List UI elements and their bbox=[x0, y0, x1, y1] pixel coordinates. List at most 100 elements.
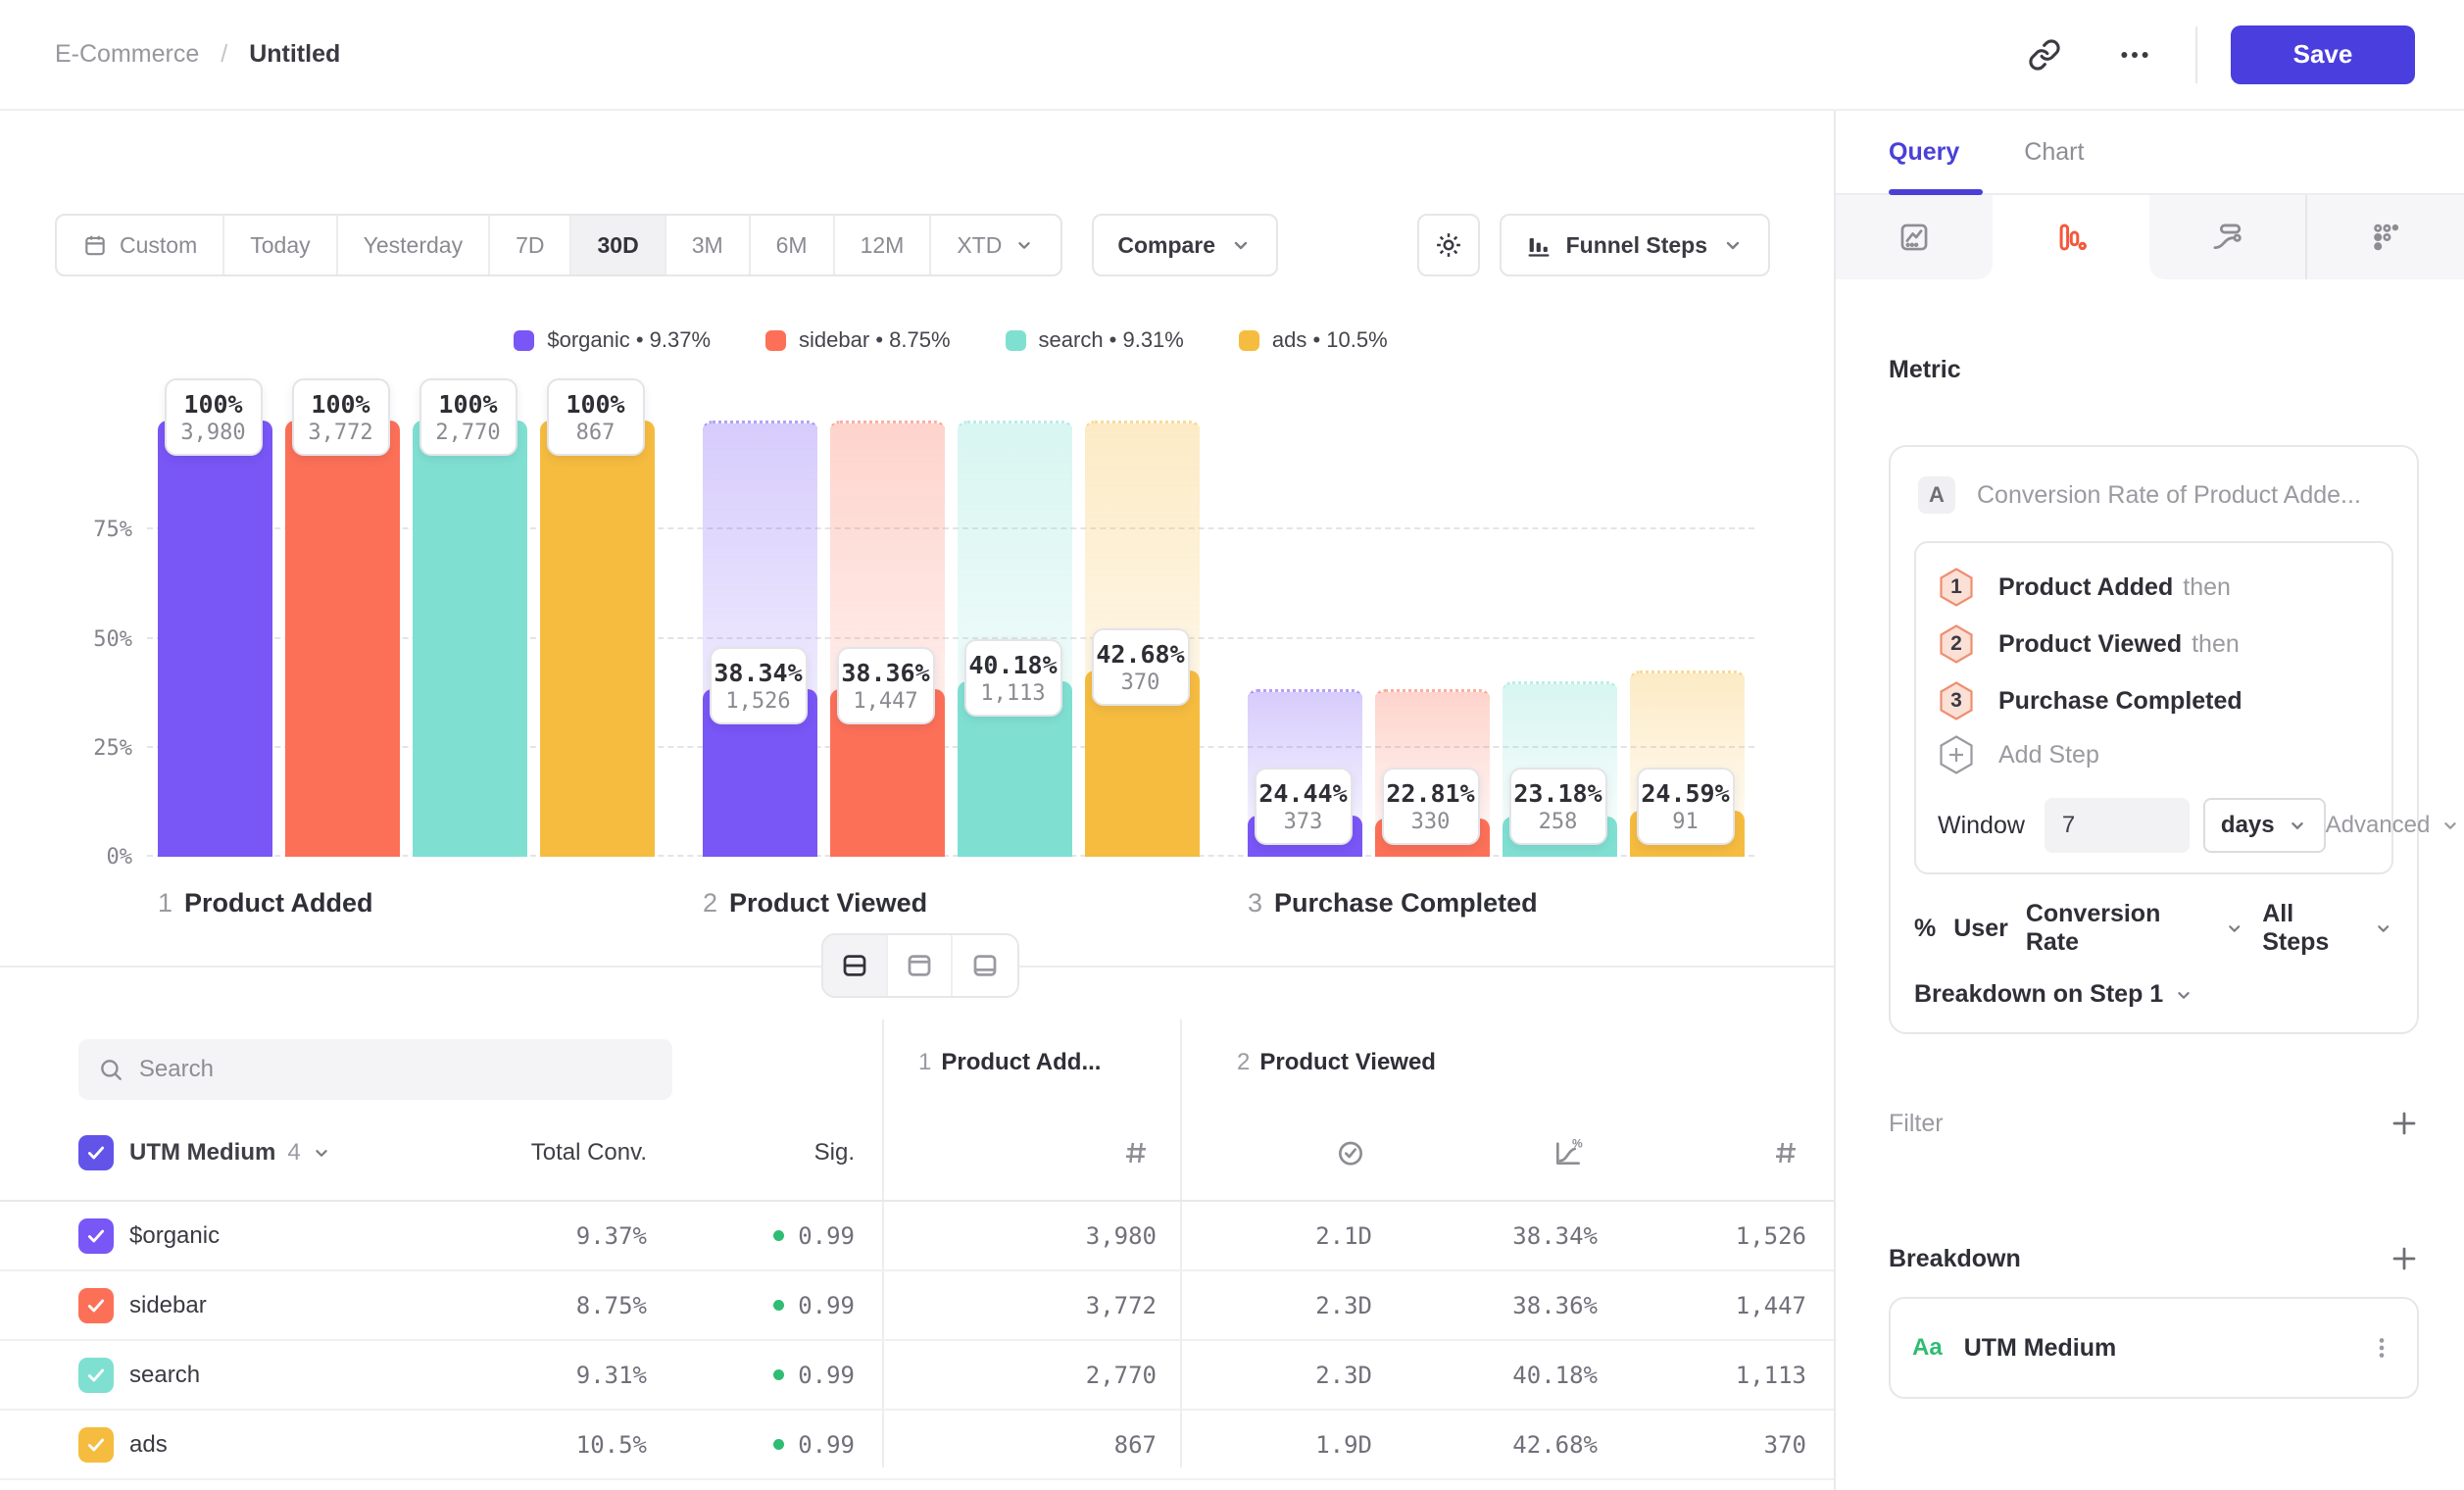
add-filter-button[interactable] bbox=[2390, 1109, 2419, 1138]
range-tab-3m[interactable]: 3M bbox=[666, 216, 751, 274]
avg-time-column-icon[interactable] bbox=[1335, 1137, 1366, 1168]
save-button[interactable]: Save bbox=[2231, 25, 2415, 84]
sig-header[interactable]: Sig. bbox=[814, 1105, 855, 1200]
range-tab-30d[interactable]: 30D bbox=[571, 216, 665, 274]
search-input[interactable] bbox=[139, 1056, 653, 1083]
svg-text:%: % bbox=[1572, 1137, 1583, 1151]
count-column-icon[interactable] bbox=[1121, 1138, 1151, 1167]
tab-query[interactable]: Query bbox=[1889, 138, 1959, 167]
significance-dot bbox=[773, 1439, 784, 1450]
active-tab-underline bbox=[1889, 189, 1983, 195]
row-checkbox[interactable] bbox=[78, 1202, 114, 1269]
compare-button[interactable]: Compare bbox=[1092, 214, 1278, 276]
layout-chart-only-button[interactable] bbox=[888, 935, 953, 996]
row-total-conv: 10.5% bbox=[576, 1411, 647, 1478]
table-row-sidebar[interactable]: sidebar8.75%0.993,7722.3D38.36%1,447 bbox=[0, 1271, 1834, 1341]
row-step2-count: 370 bbox=[1764, 1411, 1806, 1478]
metric-badge: A bbox=[1918, 476, 1955, 514]
table-search[interactable] bbox=[78, 1039, 672, 1100]
tab-chart[interactable]: Chart bbox=[2024, 138, 2084, 167]
layout-table-only-button[interactable] bbox=[953, 935, 1017, 996]
row-checkbox[interactable] bbox=[78, 1271, 114, 1339]
funnel-bar-search-step1[interactable] bbox=[413, 421, 527, 857]
range-tab-12m[interactable]: 12M bbox=[835, 216, 932, 274]
legend-item-search[interactable]: search • 9.31% bbox=[1006, 327, 1184, 353]
range-tab-xtd[interactable]: XTD bbox=[931, 216, 1060, 274]
measure-select[interactable]: Conversion Rate bbox=[2026, 900, 2244, 957]
range-tab-7d[interactable]: 7D bbox=[490, 216, 571, 274]
query-step-3[interactable]: 3Purchase Completed bbox=[1938, 672, 2370, 729]
range-tab-label: Yesterday bbox=[364, 232, 463, 259]
range-tab-label: 30D bbox=[597, 232, 638, 259]
breakdown-column-header[interactable]: UTM Medium 4 bbox=[129, 1105, 332, 1200]
property-menu-button[interactable] bbox=[2368, 1334, 2395, 1362]
query-step-1[interactable]: 1Product Addedthen bbox=[1938, 559, 2370, 616]
select-all-checkbox[interactable] bbox=[78, 1105, 114, 1200]
funnel-bar-organic-step1[interactable] bbox=[158, 421, 272, 857]
range-tab-label: XTD bbox=[957, 232, 1002, 259]
range-tab-custom[interactable]: Custom bbox=[57, 216, 224, 274]
breakdown-on-select[interactable]: Breakdown on Step 1 bbox=[1914, 980, 2393, 1009]
table-row-ads[interactable]: ads10.5%0.998671.9D42.68%370 bbox=[0, 1411, 1834, 1480]
window-value-input[interactable] bbox=[2045, 798, 2190, 853]
chevron-down-icon bbox=[1013, 234, 1035, 256]
query-step-2[interactable]: 2Product Viewedthen bbox=[1938, 616, 2370, 672]
window-unit-select[interactable]: days bbox=[2203, 798, 2326, 853]
range-tab-today[interactable]: Today bbox=[224, 216, 337, 274]
layout-split-button[interactable] bbox=[823, 935, 888, 996]
total-conv-header[interactable]: Total Conv. bbox=[531, 1105, 647, 1200]
bar-value-label: 23.18%258 bbox=[1509, 768, 1607, 845]
breadcrumb-app[interactable]: E-Commerce bbox=[55, 40, 199, 69]
legend-item-organic[interactable]: $organic • 9.37% bbox=[514, 327, 711, 353]
steps-scope-select[interactable]: All Steps bbox=[2262, 900, 2393, 957]
funnel-bar-ads-step1[interactable] bbox=[540, 421, 655, 857]
chart-settings-button[interactable] bbox=[1417, 214, 1480, 276]
significance-value: 0.99 bbox=[798, 1222, 855, 1250]
query-step-name: Purchase Completed bbox=[1998, 687, 2242, 716]
advanced-toggle[interactable]: Advanced bbox=[2326, 812, 2462, 839]
step-number: 2 bbox=[703, 888, 717, 918]
conversion-chart-column-icon[interactable]: % bbox=[1552, 1137, 1584, 1168]
range-tab-6m[interactable]: 6M bbox=[751, 216, 835, 274]
significance-value: 0.99 bbox=[798, 1362, 855, 1389]
row-checkbox[interactable] bbox=[78, 1341, 114, 1409]
range-tab-label: Custom bbox=[120, 232, 197, 259]
more-options-button[interactable] bbox=[2107, 27, 2162, 82]
add-step-button[interactable]: Add Step bbox=[1938, 729, 2370, 780]
total-conv-label: Total Conv. bbox=[531, 1139, 647, 1167]
legend-item-sidebar[interactable]: sidebar • 8.75% bbox=[765, 327, 950, 353]
breakdown-property-card[interactable]: Aa UTM Medium bbox=[1889, 1297, 2419, 1399]
chart-type-tabs bbox=[1836, 195, 2464, 279]
bar-value-label: 100%3,772 bbox=[292, 378, 390, 456]
bar-count-label: 1,113 bbox=[968, 680, 1059, 707]
row-checkbox[interactable] bbox=[78, 1411, 114, 1478]
row-step1-count: 3,772 bbox=[1086, 1271, 1157, 1339]
range-tab-yesterday[interactable]: Yesterday bbox=[338, 216, 490, 274]
legend-item-ads[interactable]: ads • 10.5% bbox=[1239, 327, 1388, 353]
row-step2-count: 1,526 bbox=[1736, 1202, 1806, 1269]
chevron-down-icon bbox=[1229, 233, 1253, 257]
row-step2-pct: 40.18% bbox=[1512, 1341, 1598, 1409]
query-step-name: Product Viewedthen bbox=[1998, 630, 2240, 659]
count-column-icon[interactable] bbox=[1771, 1138, 1800, 1167]
breakdown-label: Breakdown bbox=[1889, 1245, 2021, 1273]
table-row-organic[interactable]: $organic9.37%0.993,9802.1D38.34%1,526 bbox=[0, 1202, 1834, 1271]
breadcrumb-page[interactable]: Untitled bbox=[249, 40, 340, 69]
bar-count-label: 91 bbox=[1641, 809, 1731, 835]
metric-head[interactable]: A Conversion Rate of Product Adde... bbox=[1914, 471, 2393, 520]
tab-more-charts[interactable] bbox=[2305, 195, 2464, 279]
chart-type-selector[interactable]: Funnel Steps bbox=[1500, 214, 1770, 276]
bar-value-label: 38.34%1,526 bbox=[710, 647, 808, 724]
entity-label[interactable]: User bbox=[1953, 915, 2008, 943]
share-link-button[interactable] bbox=[2017, 27, 2072, 82]
funnel-bar-sidebar-step1[interactable] bbox=[285, 421, 400, 857]
step-name: Purchase Completed bbox=[1274, 888, 1538, 918]
chart-type-label: Funnel Steps bbox=[1566, 232, 1707, 259]
table-row-search[interactable]: search9.31%0.992,7702.3D40.18%1,113 bbox=[0, 1341, 1834, 1411]
add-breakdown-button[interactable] bbox=[2390, 1244, 2419, 1273]
tab-flow-chart[interactable] bbox=[2149, 195, 2306, 279]
tab-funnel-chart[interactable] bbox=[1993, 195, 2149, 279]
filter-label: Filter bbox=[1889, 1110, 1944, 1138]
measure-options-row: % User Conversion Rate All Steps bbox=[1914, 900, 2393, 957]
tab-line-chart[interactable] bbox=[1836, 195, 1993, 279]
